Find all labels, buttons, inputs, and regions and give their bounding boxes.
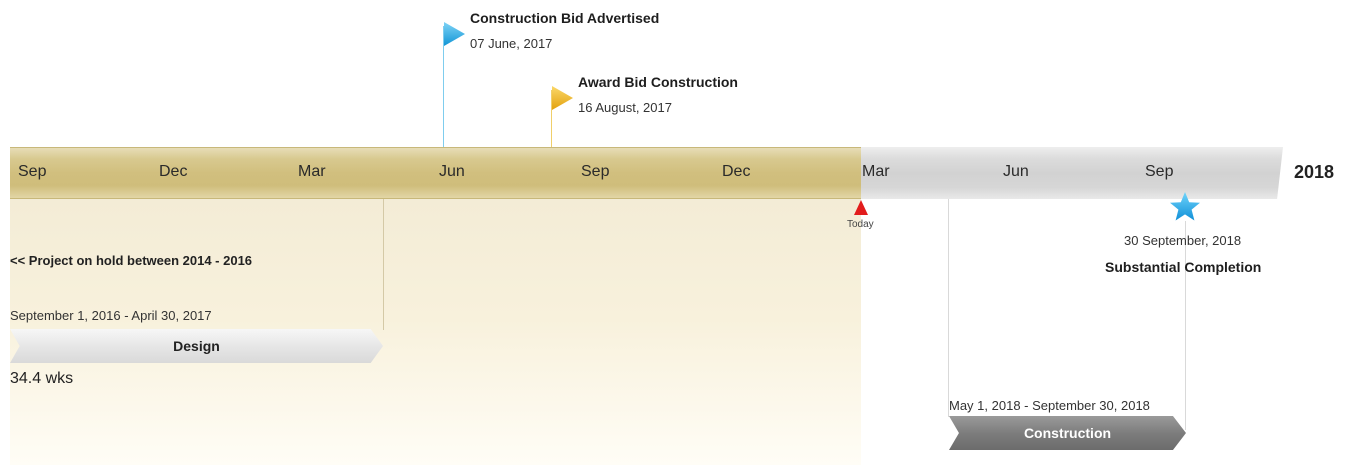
today-marker-icon [854,200,868,215]
year-label: 2018 [1294,162,1335,182]
month-label: Dec [722,163,751,180]
design-task-bar[interactable]: Design [10,329,383,363]
star-icon [1170,192,1200,221]
milestone-date-bid-advertised: 07 June, 2017 [470,36,553,51]
design-task-label: Design [173,338,220,354]
milestone-title-bid-advertised: Construction Bid Advertised [470,10,660,26]
construction-start-guide-line [948,199,949,417]
today-label: Today [847,219,874,230]
project-hold-note: << Project on hold between 2014 - 2016 [10,253,253,268]
blue-flag-icon [444,22,465,46]
timeline-band-future [861,147,1283,199]
completion-guide-line [1185,221,1186,430]
construction-task-bar[interactable]: Construction [949,416,1186,450]
milestone-date-award-bid: 16 August, 2017 [578,100,672,115]
design-duration: 34.4 wks [10,370,74,387]
month-label: Mar [862,163,890,180]
construction-task-label: Construction [1023,425,1112,441]
construction-date-range: May 1, 2018 - September 30, 2018 [949,398,1150,413]
yellow-flag-icon [552,86,573,110]
month-label: Dec [159,163,188,180]
milestone-title-completion: Substantial Completion [1105,259,1262,275]
month-label: Mar [298,163,326,180]
month-label: Jun [1003,163,1029,180]
month-label: Jun [439,163,465,180]
design-date-range: September 1, 2016 - April 30, 2017 [10,308,212,323]
month-label: Sep [18,163,47,180]
month-label: Sep [1145,163,1174,180]
milestone-date-completion: 30 September, 2018 [1124,233,1242,248]
milestone-title-award-bid: Award Bid Construction [578,74,738,90]
month-label: Sep [581,163,610,180]
design-end-guide-line [383,199,384,330]
